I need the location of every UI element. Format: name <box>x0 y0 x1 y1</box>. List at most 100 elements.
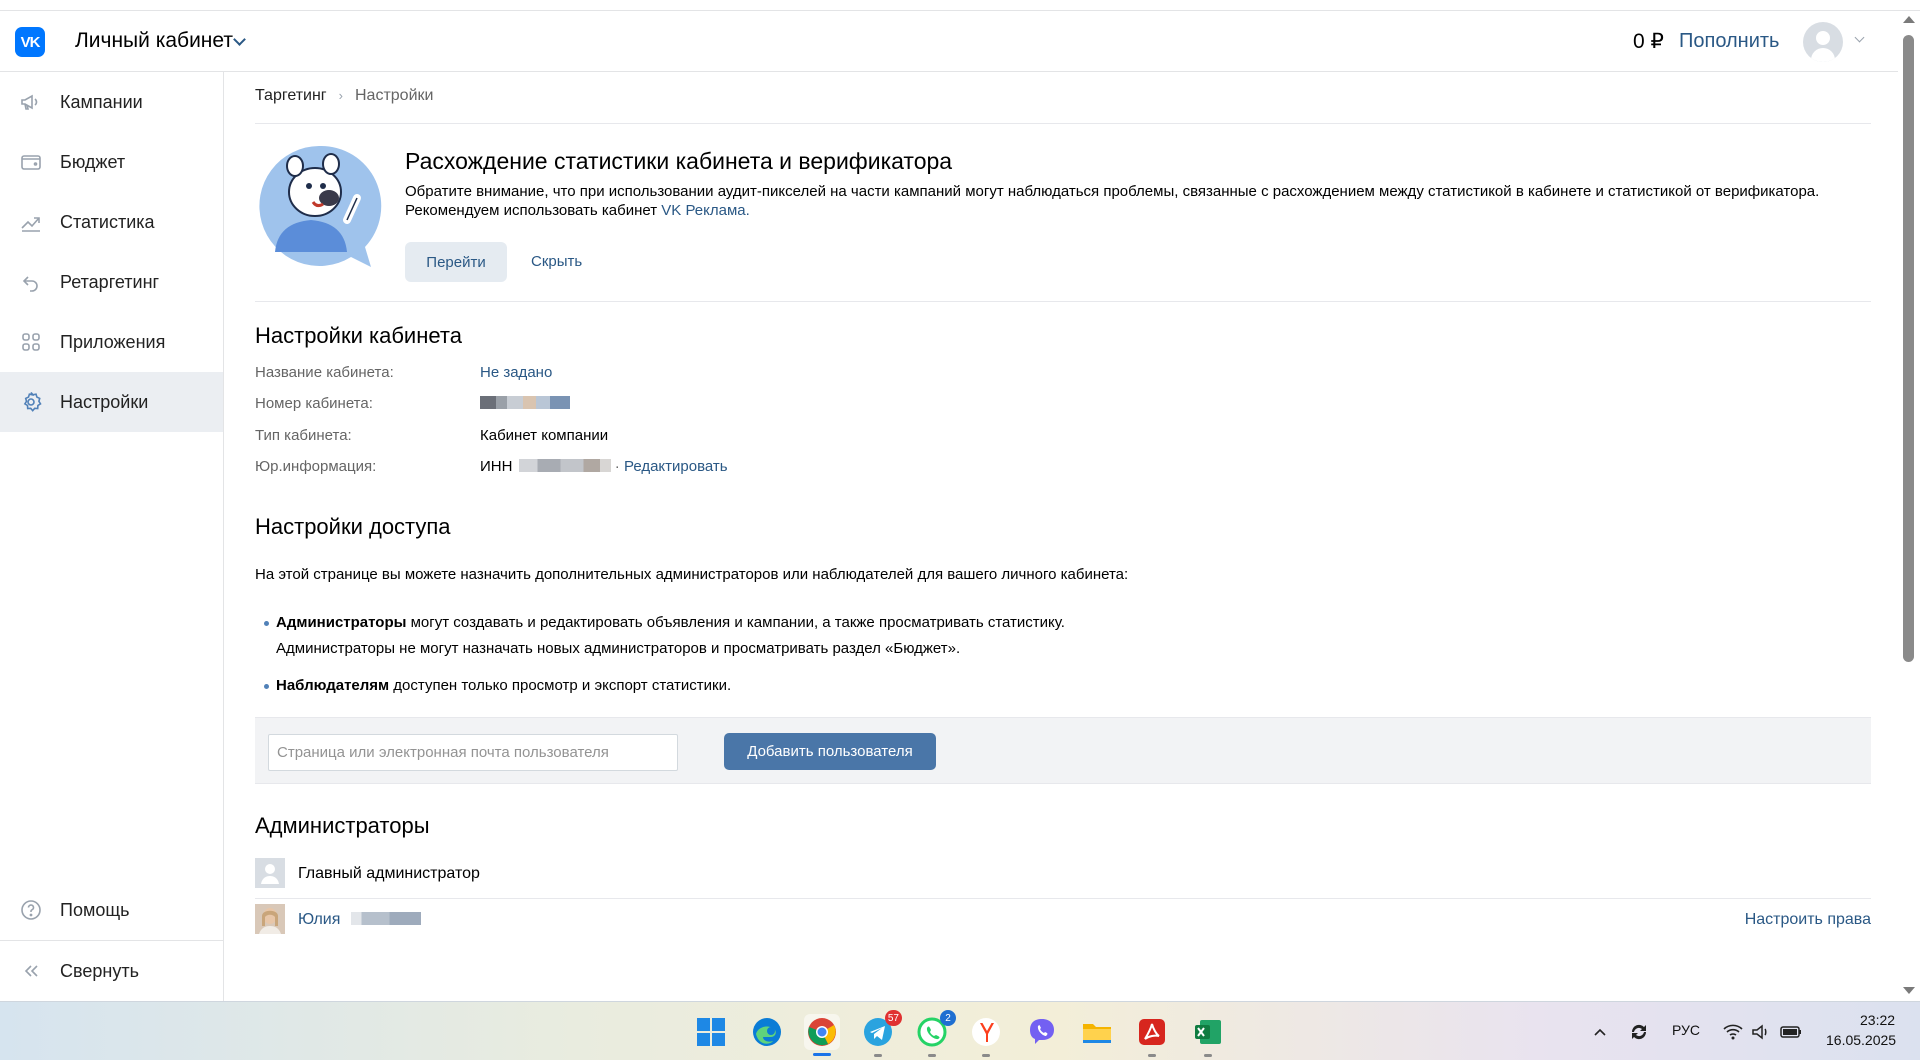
whatsapp-badge: 2 <box>940 1010 956 1026</box>
help-circle-icon <box>19 898 43 922</box>
edit-legal-link[interactable]: Редактировать <box>624 458 728 475</box>
cabinet-type-value: Кабинет компании <box>480 427 609 444</box>
hide-button[interactable]: Скрыть <box>531 253 582 270</box>
breadcrumb: Таргетинг › Настройки <box>255 87 433 105</box>
admin-name: Юлия <box>298 911 421 929</box>
sidebar: Кампании Бюджет Статистика Ретаргетинг П… <box>0 72 224 1001</box>
inn-label: ИНН <box>480 458 513 475</box>
double-chevron-left-icon <box>19 959 43 983</box>
user-search-input[interactable] <box>268 734 678 771</box>
breadcrumb-separator: › <box>338 88 343 103</box>
add-user-button[interactable]: Добавить пользователя <box>724 733 936 770</box>
chrome-icon[interactable] <box>804 1014 840 1050</box>
access-intro-text: На этой странице вы можете назначить доп… <box>255 566 1129 583</box>
edge-icon[interactable] <box>749 1014 785 1050</box>
undo-arrow-icon <box>19 270 43 294</box>
yandex-browser-icon[interactable] <box>968 1014 1004 1050</box>
apps-grid-icon <box>19 330 43 354</box>
browser-top-strip <box>0 0 1920 11</box>
cabinet-name-label: Название кабинета: <box>255 364 394 381</box>
chevron-down-icon[interactable] <box>1854 32 1865 43</box>
cabinet-name-value[interactable]: Не задано <box>480 364 552 381</box>
telegram-icon[interactable]: 57 <box>860 1010 902 1050</box>
scroll-down-arrow-icon[interactable] <box>1903 987 1915 994</box>
sidebar-item-retargeting[interactable]: Ретаргетинг <box>0 252 223 312</box>
chevron-up-icon[interactable] <box>1582 1014 1618 1050</box>
surname-redacted <box>350 912 421 925</box>
banner-text: Обратите внимание, что при использовании… <box>405 182 1865 220</box>
banner-text-end: . <box>745 202 750 219</box>
vk-ads-link[interactable]: VK Реклама <box>661 202 745 219</box>
clock-date[interactable]: 16.05.2025 <box>1826 1032 1896 1048</box>
sidebar-item-statistics[interactable]: Статистика <box>0 192 223 252</box>
sidebar-item-settings[interactable]: Настройки <box>0 372 223 432</box>
user-avatar[interactable] <box>1803 22 1843 62</box>
sidebar-item-help[interactable]: Помощь <box>0 880 223 940</box>
separator-dot: · <box>614 458 620 475</box>
sidebar-item-label: Настройки <box>60 391 149 412</box>
chart-line-icon <box>19 210 43 234</box>
running-indicator <box>1204 1054 1212 1057</box>
wallet-icon <box>19 150 43 174</box>
collapse-label: Свернуть <box>60 960 139 981</box>
sidebar-item-label: Ретаргетинг <box>60 271 160 292</box>
topup-link[interactable]: Пополнить <box>1679 30 1779 53</box>
running-indicator <box>928 1054 936 1057</box>
sidebar-item-apps[interactable]: Приложения <box>0 312 223 372</box>
gear-icon <box>19 390 43 414</box>
viber-icon[interactable] <box>1024 1014 1060 1050</box>
telegram-badge: 57 <box>884 1010 902 1026</box>
legal-info-label: Юр.информация: <box>255 458 377 475</box>
cabinet-number-redacted <box>480 395 570 412</box>
whatsapp-icon[interactable]: 2 <box>914 1010 956 1050</box>
vk-mascot-illustration <box>259 145 382 267</box>
excel-icon[interactable] <box>1190 1014 1226 1050</box>
go-button[interactable]: Перейти <box>405 242 507 282</box>
input-language[interactable]: РУС <box>1672 1022 1700 1038</box>
file-explorer-icon[interactable] <box>1079 1014 1115 1050</box>
sidebar-item-budget[interactable]: Бюджет <box>0 132 223 192</box>
sidebar-item-label: Приложения <box>60 331 166 352</box>
vk-logo-icon[interactable]: VK <box>15 27 45 57</box>
breadcrumb-targeting[interactable]: Таргетинг <box>255 87 327 104</box>
divider <box>255 301 1871 302</box>
inn-redacted <box>518 459 611 472</box>
battery-charging-icon[interactable] <box>1773 1014 1809 1050</box>
observers-bullet: Наблюдателям доступен только просмотр и … <box>263 673 731 699</box>
scroll-up-arrow-icon[interactable] <box>1903 16 1915 23</box>
chevron-down-icon[interactable] <box>233 33 246 46</box>
help-label: Помощь <box>60 899 130 920</box>
active-app-indicator <box>813 1053 831 1056</box>
admin-row: Юлия Настроить права <box>255 898 1871 938</box>
observers-bold: Наблюдателям <box>276 677 390 694</box>
running-indicator <box>874 1054 882 1057</box>
admins-title: Администраторы <box>255 813 430 838</box>
sync-icon[interactable] <box>1621 1014 1657 1050</box>
cabinet-title[interactable]: Личный кабинет <box>75 29 233 53</box>
balance-amount: 0 ₽ <box>1633 30 1664 53</box>
configure-rights-link[interactable]: Настроить права <box>1745 911 1871 929</box>
sidebar-item-label: Бюджет <box>60 151 126 172</box>
clock-time[interactable]: 23:22 <box>1860 1012 1895 1028</box>
page-scrollbar[interactable] <box>1898 11 1920 1001</box>
admin-row: Главный администратор <box>255 852 1871 892</box>
sidebar-item-label: Статистика <box>60 211 155 232</box>
megaphone-icon <box>19 90 43 114</box>
default-avatar-icon <box>255 858 285 888</box>
admins-bold: Администраторы <box>276 614 407 631</box>
admin-name: Главный администратор <box>298 865 480 882</box>
add-user-bar: Добавить пользователя <box>255 717 1871 784</box>
sidebar-collapse[interactable]: Свернуть <box>0 941 223 1001</box>
cabinet-type-label: Тип кабинета: <box>255 427 352 444</box>
legal-info-value: ИНН · Редактировать <box>480 458 728 475</box>
admins-text-2: Администраторы не могут назначать новых … <box>276 640 961 657</box>
user-photo-avatar[interactable] <box>255 904 285 934</box>
banner-text-main: Обратите внимание, что при использовании… <box>405 183 1820 219</box>
acrobat-icon[interactable] <box>1134 1014 1170 1050</box>
windows-start-icon[interactable] <box>693 1014 729 1050</box>
sidebar-item-campaigns[interactable]: Кампании <box>0 72 223 132</box>
user-name-link[interactable]: Юлия <box>298 911 340 928</box>
scroll-thumb[interactable] <box>1903 35 1914 662</box>
top-header: VK Личный кабинет 0 ₽ Пополнить <box>0 11 1898 72</box>
running-indicator <box>982 1054 990 1057</box>
